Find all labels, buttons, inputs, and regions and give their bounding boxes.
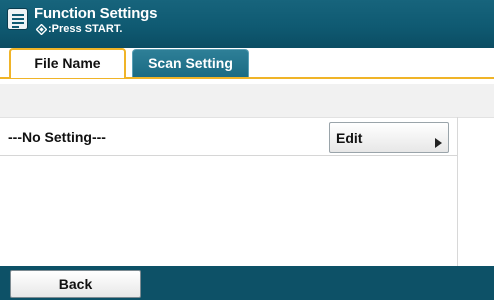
menu-list-icon[interactable] — [7, 8, 28, 30]
scroll-divider — [457, 117, 458, 266]
back-button[interactable]: Back — [10, 270, 141, 298]
tab-file-name[interactable]: File Name — [9, 48, 126, 78]
start-hint: :Press START. — [48, 23, 123, 35]
arrow-right-icon — [435, 138, 442, 148]
file-name-value: ---No Setting--- — [8, 129, 106, 145]
edit-button-label: Edit — [336, 130, 363, 146]
page-title: Function Settings — [34, 5, 158, 22]
title-bar: Function Settings :Press START. — [0, 0, 494, 48]
header-band — [0, 84, 494, 118]
tab-scan-setting[interactable]: Scan Setting — [132, 49, 249, 77]
edit-button[interactable]: Edit — [329, 122, 449, 153]
start-diamond-icon — [36, 24, 47, 35]
